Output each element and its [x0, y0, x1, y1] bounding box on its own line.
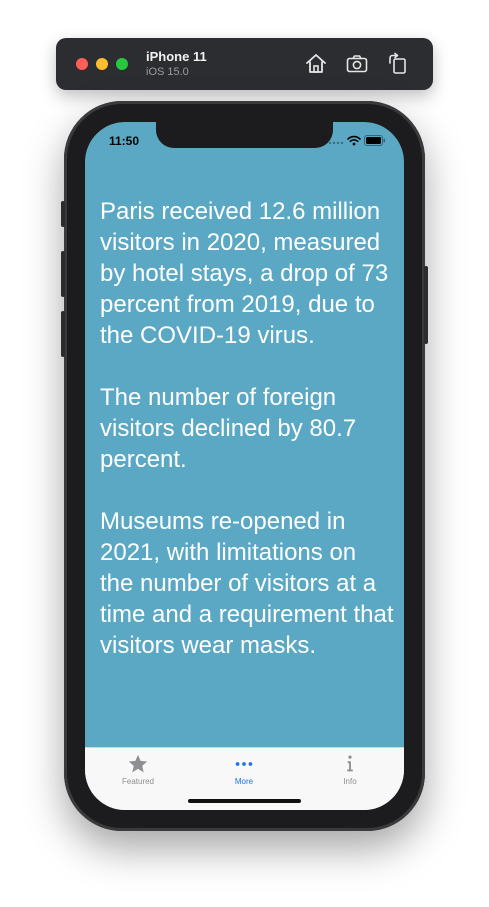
simulator-stage: iPhone 11 iOS 15.0 11:50 Paris received … — [0, 0, 489, 907]
info-icon — [347, 755, 353, 772]
close-window-button[interactable] — [76, 58, 88, 70]
status-icons — [328, 134, 388, 148]
screenshot-button[interactable] — [345, 52, 369, 76]
status-time: 11:50 — [109, 134, 140, 148]
device-name: iPhone 11 — [146, 49, 207, 64]
wifi-icon — [347, 135, 361, 146]
signal-icon — [328, 141, 344, 145]
zoom-window-button[interactable] — [116, 58, 128, 70]
minimize-window-button[interactable] — [96, 58, 108, 70]
os-version: iOS 15.0 — [146, 66, 189, 78]
rotate-icon — [389, 52, 406, 74]
tab-label-featured: Featured — [121, 777, 155, 786]
notch — [156, 122, 333, 148]
simulator-toolbar: iPhone 11 iOS 15.0 — [56, 38, 433, 90]
home-indicator[interactable] — [188, 799, 301, 803]
volume-up-button — [61, 251, 65, 297]
tab-featured[interactable]: Featured — [98, 753, 178, 793]
paragraph-visitors: Paris received 12.6 million visitors in … — [100, 198, 389, 349]
home-icon — [306, 54, 326, 73]
more-icon — [235, 762, 253, 766]
tab-more[interactable]: More — [204, 753, 284, 793]
tab-info[interactable]: Info — [310, 753, 390, 793]
home-button[interactable] — [304, 52, 328, 76]
volume-down-button — [61, 311, 65, 357]
phone-screen: 11:50 Paris received 12.6 million visito… — [85, 122, 404, 810]
tab-label-more: More — [234, 777, 254, 786]
paragraph-foreign-visitors: The number of foreign visitors declined … — [100, 384, 357, 473]
battery-icon — [364, 135, 386, 146]
article-text: Paris received 12.6 million visitors in … — [100, 196, 395, 692]
star-icon — [128, 754, 148, 773]
tab-label-info: Info — [343, 777, 357, 786]
paragraph-museums: Museums re-opened in 2021, with limitati… — [100, 508, 394, 659]
rotate-button[interactable] — [386, 52, 410, 76]
mute-switch — [61, 201, 65, 227]
power-button — [424, 266, 428, 344]
screenshot-icon — [346, 55, 368, 73]
